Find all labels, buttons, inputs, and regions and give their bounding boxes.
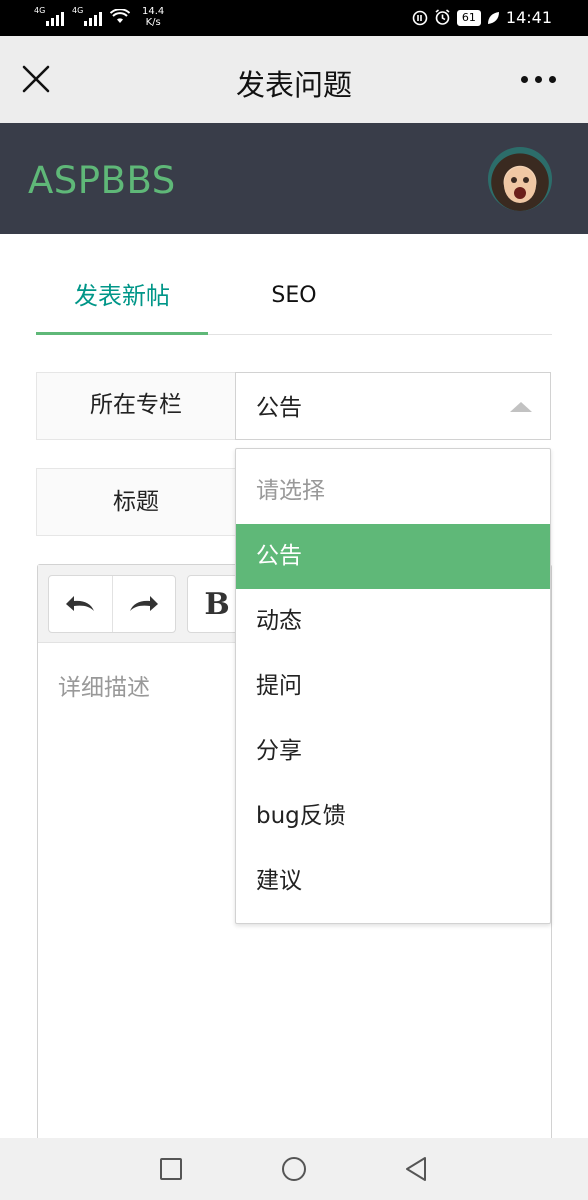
column-label: 所在专栏 xyxy=(36,372,236,440)
status-right: 61 14:41 xyxy=(412,8,552,27)
site-header: ASPBBS xyxy=(0,123,588,234)
home-circle-icon[interactable] xyxy=(282,1157,306,1181)
history-button-group xyxy=(48,575,176,633)
more-icon[interactable] xyxy=(521,76,556,83)
caret-up-icon xyxy=(510,402,532,412)
network-speed-unit: K/s xyxy=(145,17,161,28)
recents-square-icon[interactable] xyxy=(160,1158,182,1180)
network-speed: 14.4 K/s xyxy=(142,6,164,28)
column-dropdown-menu: 请选择 公告 动态 提问 分享 bug反馈 建议 xyxy=(235,448,551,924)
status-bar: 4G 4G 14.4 K/s 61 14:41 xyxy=(0,0,588,36)
dropdown-option-announcement[interactable]: 公告 xyxy=(236,524,550,589)
data-saver-icon xyxy=(412,10,428,25)
tab-bar: 发表新帖 SEO xyxy=(36,262,552,335)
signal-type-label: 4G xyxy=(72,6,84,15)
redo-icon xyxy=(129,596,158,611)
redo-button[interactable] xyxy=(111,576,175,632)
signal-icon: 4G xyxy=(72,6,102,26)
tab-new-post[interactable]: 发表新帖 xyxy=(36,262,208,335)
description-placeholder[interactable]: 详细描述 xyxy=(58,668,150,702)
wifi-icon xyxy=(110,9,130,23)
network-speed-value: 14.4 xyxy=(142,6,165,17)
undo-button[interactable] xyxy=(49,576,112,632)
dropdown-option-question[interactable]: 提问 xyxy=(236,654,550,719)
status-time: 14:41 xyxy=(505,8,552,27)
site-logo[interactable]: ASPBBS xyxy=(28,159,176,202)
back-triangle-icon[interactable] xyxy=(404,1156,428,1182)
signal-icon: 4G xyxy=(34,6,64,26)
dropdown-option-suggestion[interactable]: 建议 xyxy=(236,849,550,914)
signal-type-label: 4G xyxy=(34,6,46,15)
dropdown-placeholder[interactable]: 请选择 xyxy=(236,459,550,524)
dropdown-option-share[interactable]: 分享 xyxy=(236,719,550,784)
column-select[interactable]: 公告 xyxy=(235,372,551,440)
leaf-icon xyxy=(487,11,499,24)
dropdown-option-news[interactable]: 动态 xyxy=(236,589,550,654)
nav-bar: 发表问题 xyxy=(0,36,588,123)
undo-icon xyxy=(66,596,95,611)
title-label: 标题 xyxy=(36,468,236,536)
alarm-icon xyxy=(435,9,450,25)
system-nav-bar xyxy=(0,1138,588,1200)
column-select-value: 公告 xyxy=(256,395,302,421)
page-title: 发表问题 xyxy=(235,68,352,102)
battery-icon: 61 xyxy=(456,9,481,26)
status-left: 4G 4G 14.4 K/s xyxy=(34,6,164,28)
user-avatar[interactable] xyxy=(488,147,552,211)
tab-seo[interactable]: SEO xyxy=(208,262,380,335)
dropdown-option-bug-feedback[interactable]: bug反馈 xyxy=(236,784,550,849)
